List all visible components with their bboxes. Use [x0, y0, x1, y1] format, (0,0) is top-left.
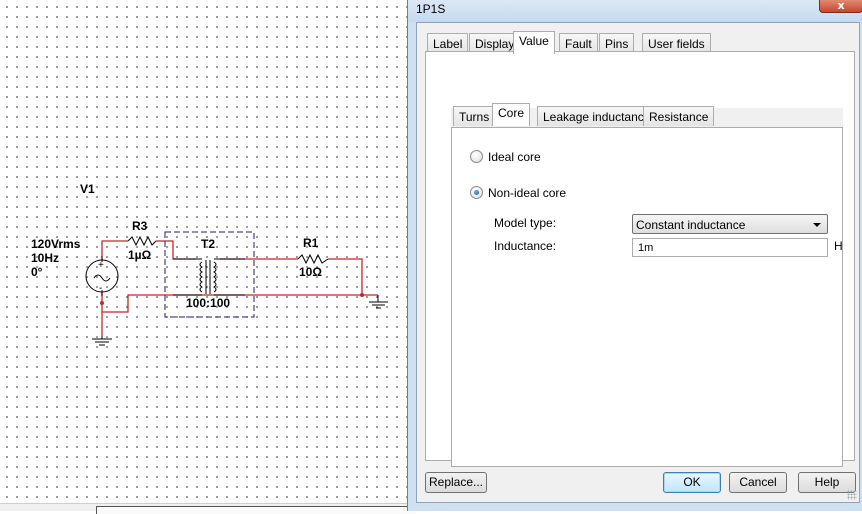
transformer-symbol[interactable]	[173, 258, 245, 296]
ideal-core-label[interactable]: Ideal core	[488, 150, 541, 164]
tab-label[interactable]: Label	[427, 33, 469, 53]
wire-source-to-r3[interactable]	[101, 240, 128, 262]
r3-ref-label: R3	[132, 219, 148, 233]
tab-value[interactable]: Value	[513, 31, 555, 54]
v1-phase-label: 0°	[31, 265, 43, 279]
ground-icon[interactable]	[369, 295, 388, 309]
dialog-titlebar[interactable]: 1P1S	[408, 0, 862, 22]
wire-r1-to-node[interactable]	[328, 258, 363, 295]
junction-node	[100, 301, 104, 305]
resistor-r1[interactable]	[297, 253, 329, 265]
v1-voltage-label: 120Vrms	[31, 237, 81, 251]
v1-ref-label: V1	[80, 182, 95, 196]
model-type-value: Constant inductance	[636, 218, 746, 232]
schematic-drawing: + - V1 120Vrms 10Hz 0° R3 1µΩ T2 100:100…	[31, 182, 388, 346]
resize-grip[interactable]	[847, 490, 857, 500]
wire-ground-return[interactable]	[101, 290, 378, 313]
chevron-down-icon	[813, 223, 821, 227]
dialog-client: Label Display Value Fault Pins User fiel…	[416, 22, 860, 503]
tab-user-fields[interactable]: User fields	[642, 33, 711, 53]
close-icon: x	[837, 0, 845, 12]
value-tab-panel: Turns Core Leakage inductance Resistance…	[425, 51, 855, 467]
replace-button[interactable]: Replace...	[425, 472, 487, 493]
core-panel: Ideal core Non-ideal core Model type: Co…	[451, 127, 843, 467]
v1-frequency-label: 10Hz	[31, 251, 59, 265]
resistor-r3[interactable]	[127, 235, 157, 247]
status-field	[96, 506, 416, 514]
dialog-title: 1P1S	[416, 2, 446, 16]
ideal-core-radio[interactable]	[470, 150, 483, 163]
schematic-canvas[interactable]: + - V1 120Vrms 10Hz 0° R3 1µΩ T2 100:100…	[0, 0, 410, 503]
ground-icon[interactable]	[92, 336, 112, 346]
subtab-core[interactable]: Core	[492, 103, 531, 126]
status-bar	[0, 503, 420, 514]
r1-ref-label: R1	[303, 236, 319, 250]
wire-r3-to-t2[interactable]	[156, 240, 196, 260]
inductance-label: Inductance:	[494, 239, 557, 253]
source-minus: -	[99, 283, 102, 294]
subtab-leakage-inductance[interactable]: Leakage inductance	[537, 106, 657, 126]
nonideal-core-label[interactable]: Non-ideal core	[488, 186, 566, 200]
subtab-resistance[interactable]: Resistance	[643, 106, 715, 126]
ok-button[interactable]: OK	[663, 472, 721, 493]
nonideal-core-radio[interactable]	[470, 186, 483, 199]
tab-fault[interactable]: Fault	[559, 33, 598, 53]
model-type-label: Model type:	[494, 216, 557, 230]
model-type-select[interactable]: Constant inductance	[632, 214, 828, 234]
properties-dialog: 1P1S x Label Display Value Fault Pins Us…	[407, 0, 862, 511]
junction-node	[360, 293, 364, 297]
t2-ratio-label: 100:100	[186, 296, 230, 310]
source-plus: +	[98, 260, 104, 271]
cancel-button[interactable]: Cancel	[729, 472, 787, 493]
r3-value-label: 1µΩ	[128, 248, 152, 262]
subtab-turns[interactable]: Turns	[453, 106, 496, 126]
inductance-unit: H	[834, 239, 843, 253]
tab-pins[interactable]: Pins	[599, 33, 635, 53]
close-button[interactable]: x	[819, 0, 862, 13]
inductance-input[interactable]	[632, 238, 828, 257]
t2-ref-label: T2	[201, 237, 215, 251]
r1-value-label: 10Ω	[299, 265, 322, 279]
